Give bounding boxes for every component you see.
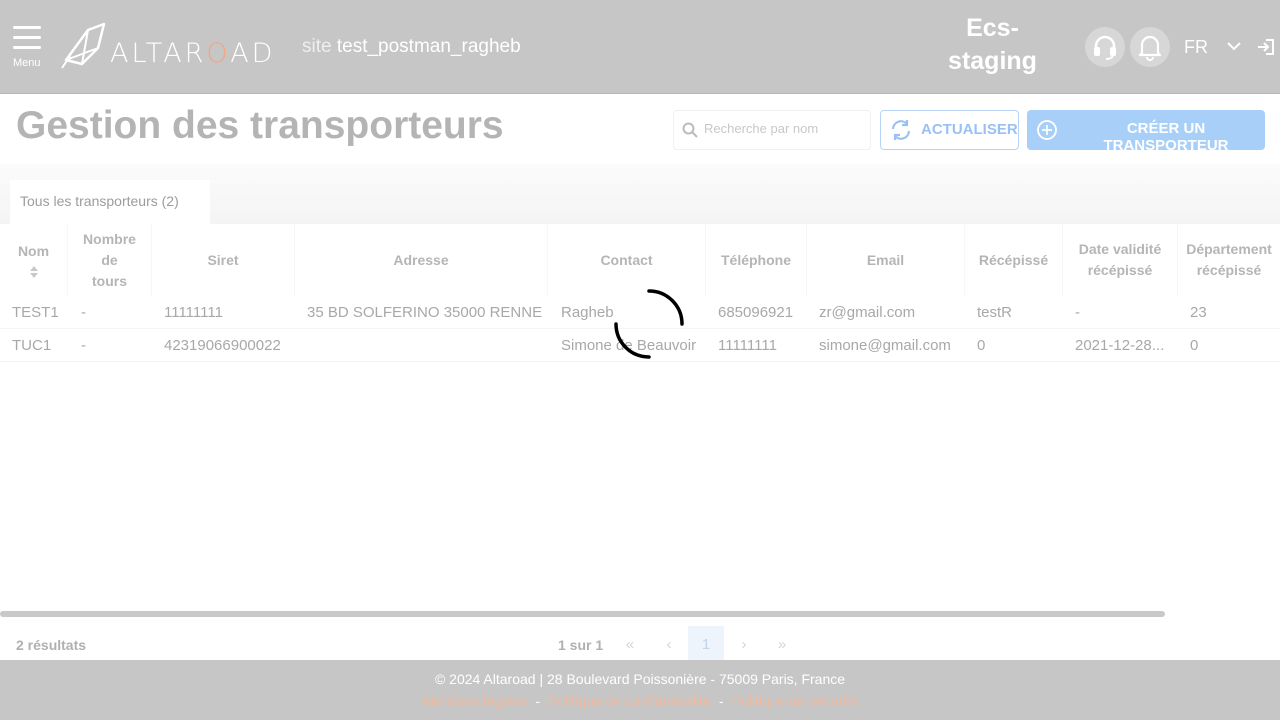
environment-line: Ecs- (966, 14, 1019, 42)
page-info: 1 sur 1 (558, 637, 604, 653)
column-header-label: Nom (17, 243, 50, 259)
last-page-button[interactable]: » (764, 626, 800, 662)
column-header-nombre-de-tours: Nombre de tours (68, 224, 152, 296)
results-count: 2 résultats (16, 637, 87, 653)
next-page-button[interactable]: › (726, 626, 762, 662)
cell-departement: 0 (1190, 337, 1199, 354)
column-header-line: de (101, 251, 118, 268)
logo-mark-icon (61, 22, 106, 69)
column-header-recepisse: Récépissé (965, 224, 1063, 296)
hamburger-icon-bar (13, 46, 41, 49)
privacy-policy-link[interactable]: Politique de confidentialité (548, 693, 711, 709)
footer-separator: - (535, 693, 541, 709)
language-selector[interactable]: FR (1184, 37, 1208, 58)
first-page-button[interactable]: « (612, 626, 648, 662)
column-header-content: Nombre de tours (83, 229, 136, 292)
sort-icon[interactable] (29, 265, 39, 279)
hamburger-icon-bar (13, 36, 41, 39)
cell-email: simone@gmail.com (819, 337, 951, 354)
column-header-line: Département (1186, 241, 1272, 257)
cell-nom: TEST1 (12, 304, 59, 321)
support-button[interactable] (1085, 27, 1125, 67)
column-header-content: Nom (18, 241, 49, 279)
refresh-label: ACTUALISER (921, 121, 1018, 138)
column-header-siret: Siret (152, 224, 295, 296)
page-title: Gestion des transporteurs (16, 104, 504, 147)
create-carrier-button[interactable]: CRÉER UN TRANSPORTEUR (1027, 110, 1265, 154)
column-header-line: récépissé (1196, 262, 1262, 278)
cell-tours: - (81, 337, 86, 354)
refresh-icon (891, 120, 911, 140)
logo-text-accent: O (206, 38, 231, 69)
app-header: Menu ALTAROAD site test_postman_ragheb E… (0, 0, 1280, 94)
cell-recepisse: testR (977, 304, 1013, 321)
create-carrier-label: CRÉER UN TRANSPORTEUR (1103, 120, 1229, 154)
footer-separator: - (718, 693, 724, 709)
loading-spinner-icon (614, 289, 684, 359)
security-policy-link[interactable]: Politique de sécurité (732, 693, 858, 709)
environment-line: staging (948, 47, 1037, 75)
footer-links: Mentions légales - Politique de confidenti… (0, 693, 1280, 709)
column-header-line: Date validité (1078, 241, 1162, 257)
column-header-adresse: Adresse (295, 224, 548, 296)
prev-page-button[interactable]: ‹ (651, 626, 687, 662)
cell-tours: - (81, 304, 86, 321)
headset-icon (1094, 35, 1116, 60)
cell-telephone: 11111111 (718, 337, 777, 354)
search-box[interactable] (673, 110, 871, 150)
refresh-button[interactable]: ACTUALISER (880, 110, 1019, 150)
column-header-line: récépissé (1087, 262, 1153, 278)
menu-label: Menu (13, 57, 41, 69)
cell-siret: 42319066900022 (164, 337, 281, 354)
legal-notice-link[interactable]: Mentions légales (422, 693, 527, 709)
column-header-nom[interactable]: Nom (0, 224, 68, 296)
chevron-down-icon[interactable] (1226, 38, 1242, 54)
copyright: © 2024 Altaroad | 28 Boulevard Poissoniè… (434, 671, 846, 687)
column-header-content: Département récépissé (1186, 239, 1272, 281)
environment-name: Ecs- staging (930, 12, 1055, 78)
logo-text-part: AD (230, 38, 276, 69)
column-header-date-validite: Date validité récépissé (1063, 224, 1178, 296)
column-header-contact: Contact (548, 224, 706, 296)
column-header-telephone: Téléphone (706, 224, 807, 296)
cell-departement: 23 (1190, 304, 1207, 321)
add-circle-icon (1037, 120, 1057, 140)
app-footer: © 2024 Altaroad | 28 Boulevard Poissoniè… (0, 660, 1280, 720)
bell-icon (1138, 35, 1162, 61)
menu-button[interactable]: Menu (10, 24, 46, 72)
column-header-content: Date validité récépissé (1079, 239, 1161, 281)
site-prefix: site (302, 36, 332, 57)
cell-recepisse: 0 (977, 337, 986, 354)
column-header-line: tours (92, 272, 127, 289)
tab-all-carriers[interactable]: Tous les transporteurs (2) (10, 180, 210, 224)
cell-siret: 11111111 (164, 304, 223, 321)
cell-date-validite: 2021-12-28... (1075, 337, 1165, 354)
logo-text-part: ALTAR (110, 38, 207, 69)
page-1-button[interactable]: 1 (688, 626, 724, 662)
tab-label: Tous les transporteurs (2) (20, 193, 179, 209)
table-header: Nom Nombre de tours Siret Adresse Contac… (0, 224, 1280, 296)
cell-date-validite: - (1075, 304, 1080, 321)
logout-icon[interactable] (1257, 38, 1275, 56)
altaroad-logo[interactable]: ALTAROAD (60, 20, 280, 74)
hamburger-icon (13, 26, 41, 29)
column-header-line: Nombre (83, 230, 136, 247)
column-header-departement: Département récépissé (1178, 224, 1280, 296)
notifications-button[interactable] (1130, 27, 1170, 67)
cell-telephone: 685096921 (718, 304, 794, 321)
horizontal-scrollbar[interactable] (0, 611, 1165, 617)
cell-email: zr@gmail.com (819, 304, 916, 321)
cell-nom: TUC1 (12, 337, 52, 354)
search-input[interactable] (704, 121, 864, 136)
cell-adresse: 35 BD SOLFERINO 35000 RENNES (307, 304, 542, 321)
column-header-email: Email (807, 224, 965, 296)
site-label: site test_postman_ragheb (302, 36, 521, 58)
logo-text: ALTAROAD (110, 38, 275, 69)
site-name: test_postman_ragheb (336, 36, 521, 57)
search-icon (682, 122, 698, 138)
